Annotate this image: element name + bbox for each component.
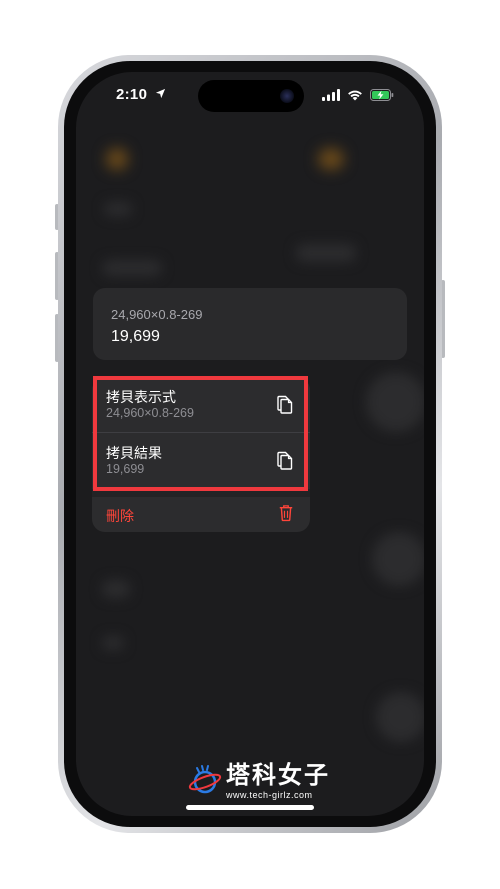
blurred-background-text	[104, 202, 132, 216]
calculation-preview-card: 24,960×0.8-269 19,699	[93, 288, 407, 360]
blurred-background-text	[296, 244, 356, 262]
blurred-background-dot	[106, 148, 128, 170]
expression-text: 24,960×0.8-269	[111, 307, 203, 322]
blurred-background-text	[372, 532, 424, 586]
front-camera	[280, 89, 294, 103]
blurred-background-text	[102, 636, 124, 650]
wifi-icon	[348, 90, 362, 101]
trash-icon	[279, 505, 293, 522]
dynamic-island	[198, 80, 304, 112]
blurred-background-dot	[318, 148, 344, 170]
status-time: 2:10	[116, 86, 166, 103]
result-text: 19,699	[111, 328, 160, 345]
blurred-background-text	[102, 260, 162, 276]
watermark-text-block: 塔科女子 www.tech-girlz.com	[226, 762, 330, 801]
location-arrow-icon	[155, 88, 165, 99]
screenshot-stage: 2:10 24,960×0.8-269 19,699 拷貝表示式 24,960×…	[0, 0, 500, 889]
status-icons	[322, 89, 394, 101]
status-time-label: 2:10	[116, 86, 148, 103]
watermark-title: 塔科女子	[226, 762, 330, 789]
battery-charging-icon	[370, 89, 394, 101]
planet-logo-icon	[188, 765, 222, 794]
blurred-background-text	[376, 692, 424, 742]
watermark: 塔科女子 www.tech-girlz.com	[188, 764, 330, 800]
blurred-background-text	[366, 372, 424, 432]
blurred-background-text	[102, 580, 130, 598]
cellular-signal-icon	[322, 89, 340, 101]
highlight-annotation	[93, 376, 308, 491]
watermark-url: www.tech-girlz.com	[226, 790, 313, 800]
delete-menu-item[interactable]: 刪除	[92, 497, 310, 532]
home-indicator[interactable]	[186, 805, 314, 810]
delete-label: 刪除	[106, 508, 134, 524]
